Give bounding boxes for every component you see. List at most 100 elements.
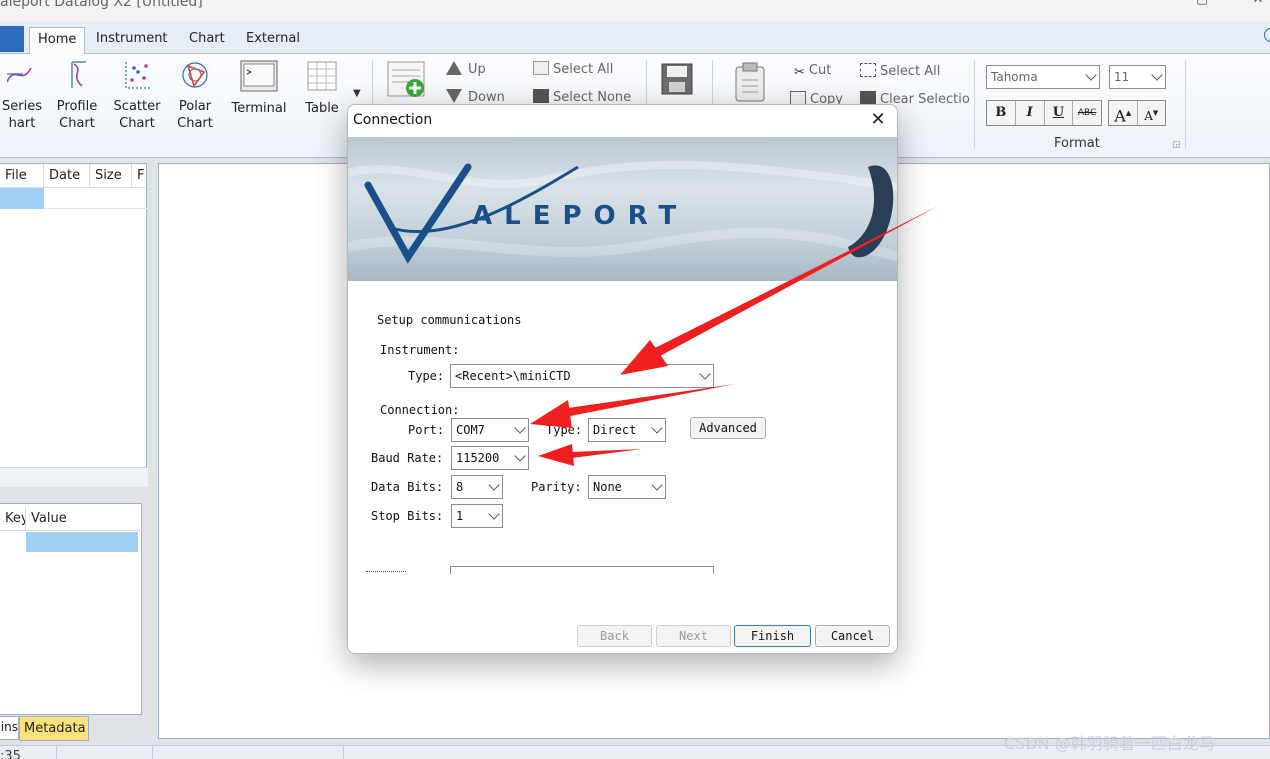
save-icon[interactable] xyxy=(660,62,696,102)
maximize-icon[interactable]: ▢ xyxy=(1192,0,1212,12)
polar-chart-button[interactable]: Polar Chart xyxy=(172,60,218,132)
parity-value: None xyxy=(593,480,622,494)
instrument-label: Instrument: xyxy=(380,343,460,357)
series-chart-button[interactable]: Series hart xyxy=(0,60,44,132)
files-panel: File Date Size F xyxy=(0,163,148,487)
scatter-chart-button[interactable]: Scatter Chart xyxy=(111,60,163,132)
terminal-label: Terminal xyxy=(231,101,287,116)
clear-selection-icon xyxy=(860,91,876,105)
series-chart-label-1: Series xyxy=(2,99,42,114)
copy-icon xyxy=(790,91,806,105)
select-all-text-label: Select All xyxy=(880,64,941,79)
italic-button[interactable]: I xyxy=(1016,101,1045,125)
terminal-button[interactable]: Terminal xyxy=(228,60,290,117)
status-time: :35 xyxy=(0,749,21,759)
col-size[interactable]: Size xyxy=(90,164,132,188)
move-down-button[interactable]: Down xyxy=(446,89,505,105)
font-size-group: A▲ A▼ xyxy=(1108,100,1166,126)
connection-label: Connection: xyxy=(380,403,460,417)
chevron-down-icon xyxy=(488,508,500,520)
selected-cell[interactable] xyxy=(0,188,44,209)
cut-button[interactable]: ✂ Cut xyxy=(794,63,831,80)
grow-font-icon[interactable]: A▲ xyxy=(1109,101,1138,125)
scatter-chart-label-1: Scatter xyxy=(113,99,161,114)
next-button[interactable]: Next xyxy=(656,625,731,647)
col-key[interactable]: Key xyxy=(0,507,26,531)
profile-chart-button[interactable]: Profile Chart xyxy=(54,60,100,132)
table-dropdown-icon[interactable]: ▼ xyxy=(353,88,361,99)
polar-chart-label-2: Chart xyxy=(177,116,213,131)
select-none-label: Select None xyxy=(553,90,632,105)
select-none-button[interactable]: Select None xyxy=(533,89,631,105)
chevron-down-icon xyxy=(651,422,663,434)
port-label: Port: xyxy=(408,423,445,437)
font-name-value: Tahoma xyxy=(991,70,1038,84)
instrument-type-value: <Recent>\miniCTD xyxy=(455,369,571,383)
move-up-button[interactable]: Up xyxy=(446,61,486,77)
format-group-label: Format xyxy=(1054,136,1100,151)
chevron-down-icon xyxy=(651,479,663,491)
advanced-button[interactable]: Advanced xyxy=(690,417,766,439)
file-menu-tab[interactable] xyxy=(0,26,24,52)
type-label: Type: xyxy=(408,369,445,383)
arrow-up-icon xyxy=(446,61,462,75)
profile-chart-label-2: Chart xyxy=(59,116,95,131)
files-grid-header: File Date Size F xyxy=(0,164,146,188)
connection-dialog: Connection ✕ ALEPORT Setup communication… xyxy=(347,104,898,654)
ribbon-separator-5 xyxy=(1185,60,1186,148)
tab-home[interactable]: Home xyxy=(29,27,86,55)
selected-cell[interactable] xyxy=(26,532,138,552)
horizontal-scrollbar[interactable] xyxy=(0,467,148,487)
close-window-icon[interactable]: ✕ xyxy=(1248,0,1268,12)
col-date[interactable]: Date xyxy=(44,164,90,188)
chevron-down-icon xyxy=(514,450,526,462)
select-all-text-button[interactable]: Select All xyxy=(860,63,940,79)
select-text-icon xyxy=(860,63,876,77)
col-file[interactable]: File xyxy=(0,164,44,188)
setup-heading: Setup communications xyxy=(377,313,522,327)
metadata-panel: Key Value xyxy=(0,503,142,715)
instrument-type-select[interactable]: <Recent>\miniCTD xyxy=(450,364,714,388)
window-title: aleport Datalog X2 [Untitled] xyxy=(0,0,203,10)
font-name-select[interactable]: Tahoma xyxy=(986,65,1100,89)
tab-chart[interactable]: Chart xyxy=(181,27,233,54)
col-value[interactable]: Value xyxy=(26,507,138,531)
add-item-icon[interactable] xyxy=(386,60,428,104)
conn-type-select[interactable]: Direct xyxy=(588,418,666,442)
table-row[interactable] xyxy=(44,188,148,209)
font-size-select[interactable]: 11 xyxy=(1109,65,1166,89)
stop-bits-select[interactable]: 1 xyxy=(451,504,503,528)
dialog-launcher-icon[interactable]: ◲ xyxy=(1172,140,1181,150)
paste-icon[interactable] xyxy=(733,62,769,108)
baud-rate-select[interactable]: 115200 xyxy=(451,446,529,470)
scatter-chart-icon xyxy=(125,62,150,89)
tab-external[interactable]: External xyxy=(238,27,308,54)
finish-button[interactable]: Finish xyxy=(734,625,811,647)
conn-type-label: Type: xyxy=(546,423,583,437)
tab-sessions[interactable]: ins xyxy=(0,716,19,740)
shrink-font-icon[interactable]: A▼ xyxy=(1138,101,1166,125)
chevron-down-icon xyxy=(1085,69,1097,81)
series-chart-label-2: hart xyxy=(8,116,36,131)
select-all-icon xyxy=(533,61,549,75)
data-bits-label: Data Bits: xyxy=(371,480,444,494)
col-f[interactable]: F xyxy=(132,164,148,188)
bold-button[interactable]: B xyxy=(987,101,1016,125)
underline-button[interactable]: U xyxy=(1045,101,1074,125)
back-button[interactable]: Back xyxy=(577,625,652,647)
cancel-button[interactable]: Cancel xyxy=(815,625,890,647)
move-down-label: Down xyxy=(468,90,505,105)
series-chart-icon xyxy=(6,67,32,83)
port-select[interactable]: COM7 xyxy=(451,418,529,442)
select-all-button[interactable]: Select All xyxy=(533,61,613,77)
tab-instrument[interactable]: Instrument xyxy=(88,27,176,54)
chevron-down-icon xyxy=(699,368,711,380)
strikethrough-button[interactable]: ABC xyxy=(1073,101,1101,125)
tab-metadata[interactable]: Metadata xyxy=(19,716,89,741)
clipped-field[interactable] xyxy=(450,566,714,574)
table-button[interactable]: Table xyxy=(300,60,344,117)
scissors-icon: ✂ xyxy=(794,65,805,80)
parity-select[interactable]: None xyxy=(588,475,666,499)
data-bits-select[interactable]: 8 xyxy=(451,475,503,499)
close-icon[interactable]: ✕ xyxy=(867,109,889,131)
